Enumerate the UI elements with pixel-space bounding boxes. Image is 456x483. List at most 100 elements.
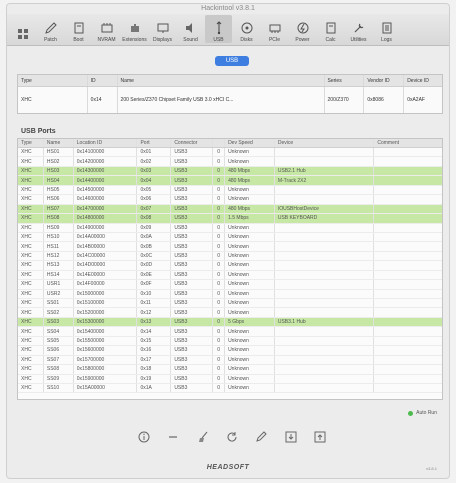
- port-row[interactable]: XHC HS12 0x14C00000 0x0C USB3 0 Unknown: [18, 251, 442, 262]
- port-cell: HS07: [44, 204, 74, 214]
- port-cell: HS03: [44, 166, 74, 176]
- controller-column-header[interactable]: Name: [118, 75, 325, 86]
- port-cell: USB3: [171, 365, 214, 374]
- port-row[interactable]: XHC SS06 0x15600000 0x16 USB3 0 Unknown: [18, 346, 442, 356]
- pen-button[interactable]: [254, 430, 268, 449]
- refresh-button[interactable]: [225, 430, 239, 449]
- port-row[interactable]: XHC SS05 0x15500000 0x15 USB3 0 Unknown: [18, 336, 442, 347]
- port-cell: USB3: [171, 289, 214, 298]
- port-cell: 0: [213, 185, 226, 195]
- toolbar-item-nvram[interactable]: NVRAM: [93, 15, 120, 43]
- port-row[interactable]: XHC SS03 0x15300000 0x13 USB3 0 5 Gbps USB3.1 H…: [18, 317, 442, 328]
- port-column-header[interactable]: Port: [137, 139, 172, 147]
- import-icon: [285, 431, 297, 442]
- toolbar-item-disks[interactable]: Disks: [233, 15, 260, 43]
- port-row[interactable]: XHC HS09 0x14900000 0x09 USB3 0 Unknown: [18, 223, 442, 233]
- auto-run-toggle[interactable]: Auto Run: [408, 410, 437, 416]
- port-row[interactable]: XHC USR2 0x15000000 0x10 USB3 0 Unknown: [18, 289, 442, 299]
- port-row[interactable]: XHC HS08 0x14800000 0x08 USB3 0 1.5 Mbps USB KE…: [18, 214, 442, 224]
- port-row[interactable]: XHC SS01 0x15100000 0x11 USB3 0 Unknown: [18, 299, 442, 309]
- port-cell: 0x0B: [137, 242, 172, 251]
- port-row[interactable]: XHC HS06 0x14600000 0x06 USB3 0 Unknown: [18, 195, 442, 205]
- port-cell: 0: [213, 317, 226, 327]
- port-cell: XHC: [18, 346, 44, 355]
- toolbar-item-sound[interactable]: Sound: [177, 15, 204, 43]
- port-cell: USB3: [171, 383, 214, 393]
- port-cell: XHC: [18, 270, 44, 280]
- port-column-header[interactable]: Device: [275, 139, 375, 147]
- port-cell: 0: [213, 176, 226, 185]
- port-cell: XHC: [18, 299, 44, 308]
- port-column-header[interactable]: Type: [18, 139, 44, 147]
- port-cell: USB3: [171, 185, 214, 195]
- toolbar: Patch Boot NVRAM Extensions Displays Sound USB…: [7, 14, 449, 46]
- toolbar-item-calc[interactable]: Calc: [317, 15, 344, 43]
- port-row[interactable]: XHC HS13 0x14D00000 0x0D USB3 0 Unknown: [18, 261, 442, 271]
- export-button[interactable]: [313, 430, 327, 449]
- port-cell: XHC: [18, 185, 44, 195]
- port-row[interactable]: XHC USR1 0x14F00000 0x0F USB3 0 Unknown: [18, 280, 442, 290]
- controller-table: Type ID Name Series Vendor ID Device ID XHC 0x…: [17, 74, 443, 114]
- toolbar-item-utilities[interactable]: Utilities: [345, 15, 372, 43]
- port-row[interactable]: XHC HS04 0x14400000 0x04 USB3 0 480 Mbps M-Trac…: [18, 176, 442, 186]
- toolbar-item-power[interactable]: Power: [289, 15, 316, 43]
- port-cell: 0x14E00000: [74, 270, 138, 280]
- port-row[interactable]: XHC HS11 0x14B00000 0x0B USB3 0 Unknown: [18, 242, 442, 252]
- pencil-icon: [44, 22, 57, 34]
- port-row[interactable]: XHC SS07 0x15700000 0x17 USB3 0 Unknown: [18, 355, 442, 366]
- port-cell: 0x10: [137, 289, 172, 298]
- port-row[interactable]: XHC HS01 0x14100000 0x01 USB3 0 Unknown: [18, 148, 442, 158]
- toolbar-item-displays[interactable]: Displays: [149, 15, 176, 43]
- status-indicator-icon: [408, 410, 414, 416]
- port-row[interactable]: XHC SS02 0x15200000 0x12 USB3 0 Unknown: [18, 308, 442, 318]
- port-row[interactable]: XHC HS05 0x14500000 0x05 USB3 0 Unknown: [18, 185, 442, 196]
- controller-column-header[interactable]: Series: [325, 75, 365, 86]
- port-row[interactable]: XHC SS04 0x15400000 0x14 USB3 0 Unknown: [18, 327, 442, 337]
- port-column-header[interactable]: Location ID: [74, 139, 138, 147]
- toolbar-item-patch[interactable]: Patch: [37, 15, 64, 43]
- controller-row[interactable]: XHC 0x14 200 Series/Z370 Chipset Family US…: [18, 87, 442, 113]
- controller-column-header[interactable]: Vendor ID: [364, 75, 405, 86]
- port-cell: XHC: [18, 383, 44, 393]
- port-cell: XHC: [18, 336, 44, 346]
- port-column-header[interactable]: [213, 139, 226, 147]
- broom-button[interactable]: [196, 430, 210, 449]
- port-cell: [374, 384, 442, 392]
- port-cell: [374, 299, 442, 307]
- toolbar-item-usb[interactable]: USB: [205, 15, 232, 43]
- minus-button[interactable]: [166, 430, 180, 449]
- port-cell: 0x14900000: [74, 223, 138, 232]
- port-row[interactable]: XHC HS03 0x14300000 0x03 USB3 0 480 Mbps USB2.1…: [18, 166, 442, 177]
- info-button[interactable]: [137, 430, 151, 449]
- port-cell: [275, 336, 375, 346]
- port-row[interactable]: XHC SS08 0x15800000 0x18 USB3 0 Unknown: [18, 365, 442, 375]
- port-row[interactable]: XHC SS09 0x15900000 0x19 USB3 0 Unknown: [18, 374, 442, 384]
- controller-column-header[interactable]: Type: [18, 75, 88, 86]
- toolbar-item-label: NVRAM: [97, 37, 116, 43]
- port-cell: XHC: [18, 327, 44, 336]
- usb-segment-button[interactable]: USB: [215, 56, 249, 66]
- port-column-header[interactable]: Name: [44, 139, 74, 147]
- port-column-header[interactable]: Connector: [171, 139, 214, 147]
- toolbar-item-pcie[interactable]: PCIe: [261, 15, 288, 43]
- extensions-icon: [130, 24, 139, 32]
- toolbar-item-boot[interactable]: Boot: [65, 15, 92, 43]
- port-row[interactable]: XHC HS02 0x14200000 0x02 USB3 0 Unknown: [18, 157, 442, 167]
- port-row[interactable]: XHC SS10 0x15A00000 0x1A USB3 0 Unknown: [18, 383, 442, 394]
- port-column-header[interactable]: Comment: [374, 139, 442, 147]
- port-row[interactable]: XHC HS07 0x14700000 0x07 USB3 0 480 Mbps IOUSBH…: [18, 204, 442, 215]
- port-cell: [275, 289, 375, 298]
- port-cell: SS03: [44, 317, 74, 327]
- port-cell: XHC: [18, 374, 44, 383]
- port-row[interactable]: XHC HS10 0x14A00000 0x0A USB3 0 Unknown: [18, 232, 442, 243]
- port-column-header[interactable]: Dev Speed: [225, 139, 275, 147]
- port-cell: USB3: [171, 280, 214, 289]
- port-row[interactable]: XHC HS14 0x14E00000 0x0E USB3 0 Unknown: [18, 270, 442, 281]
- brand-logo: HEADSOFT: [206, 464, 250, 471]
- toolbar-item-extensions[interactable]: Extensions: [121, 15, 148, 43]
- import-button[interactable]: [284, 430, 298, 449]
- toolbar-item-menu[interactable]: [9, 15, 36, 43]
- controller-column-header[interactable]: ID: [88, 75, 118, 86]
- toolbar-item-logs[interactable]: Logs: [373, 15, 400, 43]
- controller-column-header[interactable]: Device ID: [404, 75, 442, 86]
